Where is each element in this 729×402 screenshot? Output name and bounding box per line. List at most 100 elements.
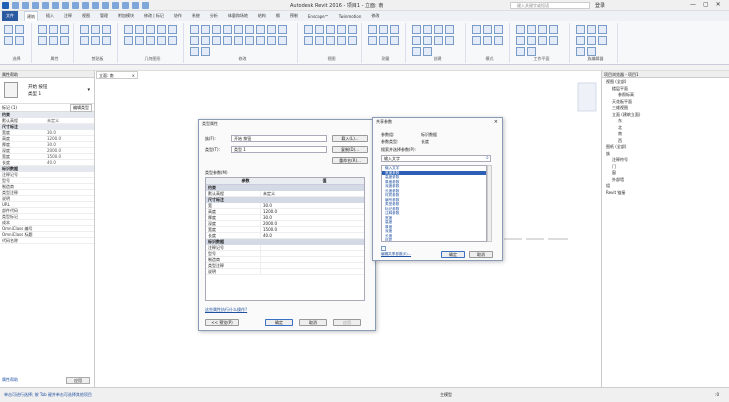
tab-1[interactable]: 建筑 bbox=[24, 11, 38, 21]
ribbon-tool-icon[interactable] bbox=[576, 25, 585, 34]
thin-lines-icon[interactable] bbox=[122, 2, 129, 9]
apply-button[interactable]: 应用 bbox=[66, 377, 90, 384]
ribbon-tool-icon[interactable] bbox=[368, 36, 377, 45]
property-value[interactable]: 1500.0 bbox=[45, 154, 94, 159]
param-value[interactable] bbox=[261, 251, 364, 256]
param-row[interactable]: 说明 bbox=[206, 269, 364, 275]
tab-13[interactable]: 钢 bbox=[274, 13, 282, 19]
close-icon[interactable]: × bbox=[494, 119, 498, 125]
open-icon[interactable] bbox=[12, 2, 19, 9]
ribbon-tool-icon[interactable] bbox=[326, 36, 335, 45]
ribbon-tool-icon[interactable] bbox=[379, 25, 388, 34]
ribbon-tool-icon[interactable] bbox=[234, 25, 243, 34]
ribbon-tool-icon[interactable] bbox=[212, 36, 221, 45]
ribbon-tool-icon[interactable] bbox=[390, 25, 399, 34]
ribbon-tool-icon[interactable] bbox=[267, 36, 276, 45]
ribbon-tool-icon[interactable] bbox=[124, 36, 133, 45]
ribbon-tool-icon[interactable] bbox=[234, 36, 243, 45]
ribbon-tool-icon[interactable] bbox=[412, 36, 421, 45]
ribbon-tool-icon[interactable] bbox=[15, 25, 24, 34]
property-row[interactable]: 代码名称 bbox=[0, 238, 94, 244]
instance-selector[interactable]: 标记 (1) bbox=[2, 105, 17, 111]
ribbon-tool-icon[interactable] bbox=[190, 36, 199, 45]
quick-access-toolbar[interactable] bbox=[2, 1, 192, 10]
sync-icon[interactable] bbox=[32, 2, 39, 9]
switch-windows-icon[interactable] bbox=[142, 2, 149, 9]
minimize-button[interactable]: — bbox=[690, 1, 696, 8]
app-menu-icon[interactable] bbox=[2, 2, 9, 9]
ribbon-tool-icon[interactable] bbox=[168, 36, 177, 45]
search-input[interactable]: 键入关键字或短语 bbox=[510, 2, 590, 9]
ribbon-tool-icon[interactable] bbox=[146, 25, 155, 34]
preview-button[interactable]: << 预览(P) bbox=[205, 319, 239, 326]
ribbon-tool-icon[interactable] bbox=[527, 25, 536, 34]
section-icon[interactable] bbox=[112, 2, 119, 9]
ribbon-tool-icon[interactable] bbox=[91, 36, 100, 45]
tab-9[interactable]: 系统 bbox=[190, 13, 202, 19]
tab-15[interactable]: Enscape™ bbox=[306, 14, 331, 19]
tab-0[interactable]: 文件 bbox=[2, 11, 18, 21]
ribbon-tool-icon[interactable] bbox=[135, 36, 144, 45]
ribbon-tool-icon[interactable] bbox=[434, 25, 443, 34]
ribbon-tool-icon[interactable] bbox=[201, 25, 210, 34]
account-button[interactable]: 登录 bbox=[595, 2, 605, 9]
property-value[interactable] bbox=[45, 190, 94, 195]
ribbon-tool-icon[interactable] bbox=[102, 36, 111, 45]
ribbon-tool-icon[interactable] bbox=[368, 25, 377, 34]
tab-17[interactable]: 修改 bbox=[369, 13, 381, 19]
properties-help-link[interactable]: 属性帮助 bbox=[2, 377, 18, 383]
ribbon-tool-icon[interactable] bbox=[49, 25, 58, 34]
ribbon-tool-icon[interactable] bbox=[256, 25, 265, 34]
ribbon-tool-icon[interactable] bbox=[423, 25, 432, 34]
param-value[interactable] bbox=[261, 257, 364, 262]
ribbon-tool-icon[interactable] bbox=[527, 36, 536, 45]
close-hidden-icon[interactable] bbox=[132, 2, 139, 9]
tab-11[interactable]: 体量和场地 bbox=[226, 13, 250, 19]
ribbon-tool-icon[interactable] bbox=[390, 36, 399, 45]
ribbon-tool-icon[interactable] bbox=[80, 25, 89, 34]
property-value[interactable]: 40.0 bbox=[45, 160, 94, 165]
browser-item[interactable]: Revit 链接 bbox=[604, 190, 727, 197]
tab-2[interactable]: 插入 bbox=[44, 13, 56, 19]
ribbon-tool-icon[interactable] bbox=[245, 36, 254, 45]
param-value[interactable]: 30.0 bbox=[261, 215, 364, 220]
ribbon-tool-icon[interactable] bbox=[348, 25, 357, 34]
property-value[interactable]: 未定义 bbox=[45, 118, 94, 123]
ribbon-tool-icon[interactable] bbox=[315, 36, 324, 45]
param-value[interactable]: 未定义 bbox=[261, 191, 364, 196]
3d-view-icon[interactable] bbox=[102, 2, 109, 9]
property-value[interactable] bbox=[45, 184, 94, 189]
ribbon-tool-icon[interactable] bbox=[278, 25, 287, 34]
shared-param-item[interactable]: 材质 bbox=[382, 238, 486, 241]
property-value[interactable] bbox=[45, 214, 94, 219]
family-select[interactable]: 开始 按钮 bbox=[231, 135, 327, 142]
ribbon-tool-icon[interactable] bbox=[157, 25, 166, 34]
save-icon[interactable] bbox=[22, 2, 29, 9]
ribbon-tool-icon[interactable] bbox=[516, 47, 525, 56]
ribbon-tool-icon[interactable] bbox=[304, 36, 313, 45]
param-value[interactable]: 40.0 bbox=[261, 233, 364, 238]
param-value[interactable]: 2000.0 bbox=[261, 221, 364, 226]
ribbon-tool-icon[interactable] bbox=[38, 25, 47, 34]
rename-button[interactable]: 重命名(R)... bbox=[332, 157, 368, 164]
tab-4[interactable]: 视图 bbox=[80, 13, 92, 19]
param-value[interactable] bbox=[261, 245, 364, 250]
ribbon-tool-icon[interactable] bbox=[472, 36, 481, 45]
ribbon-tool-icon[interactable] bbox=[212, 25, 221, 34]
ribbon-tool-icon[interactable] bbox=[102, 25, 111, 34]
list-scrollbar[interactable] bbox=[487, 165, 492, 242]
ribbon-tool-icon[interactable] bbox=[337, 36, 346, 45]
ribbon-tool-icon[interactable] bbox=[223, 25, 232, 34]
ribbon-tool-icon[interactable] bbox=[423, 47, 432, 56]
ribbon-tool-icon[interactable] bbox=[80, 36, 89, 45]
property-value[interactable] bbox=[45, 172, 94, 177]
shared-cancel-button[interactable]: 取消 bbox=[469, 251, 493, 258]
ribbon-tool-icon[interactable] bbox=[168, 25, 177, 34]
property-value[interactable] bbox=[45, 202, 94, 207]
ribbon-tool-icon[interactable] bbox=[598, 25, 607, 34]
filter-input[interactable]: 输入文字 bbox=[381, 155, 491, 162]
property-value[interactable] bbox=[45, 196, 94, 201]
ribbon-tool-icon[interactable] bbox=[135, 25, 144, 34]
shared-ok-button[interactable]: 确定 bbox=[441, 251, 465, 258]
ok-button[interactable]: 确定 bbox=[265, 319, 293, 326]
